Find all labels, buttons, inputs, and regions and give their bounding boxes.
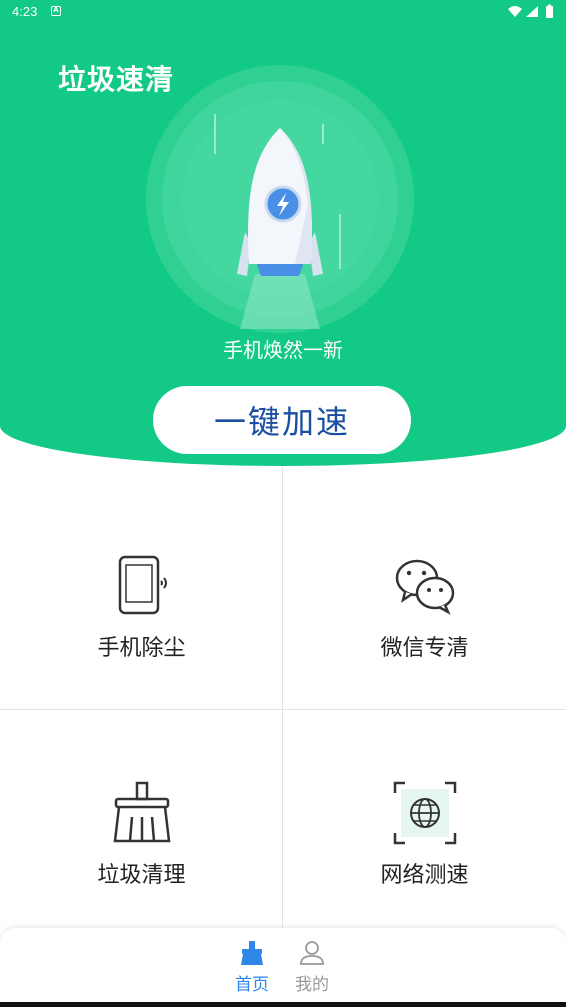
- globe-scan-icon: [393, 781, 457, 845]
- user-icon: [300, 941, 324, 965]
- feature-label: 垃圾清理: [97, 863, 186, 888]
- feature-grid: 手机除尘 微信专清 垃圾清理 网络测速: [0, 466, 566, 928]
- app-screen: 4:23 A 垃圾速清 手机焕然一新 一键加速 手机除尘 微信专清 垃圾清理 网…: [0, 0, 566, 1007]
- notification-icon: A: [51, 6, 61, 16]
- status-icons: [506, 4, 556, 24]
- one-key-boost-button[interactable]: 一键加速: [153, 386, 411, 454]
- slogan-text: 手机焕然一新: [223, 338, 343, 362]
- wifi-icon: [508, 6, 522, 17]
- feature-junk-clean[interactable]: 垃圾清理: [0, 709, 283, 940]
- nav-tab-home[interactable]: 首页: [222, 940, 282, 995]
- broom-icon: [110, 781, 174, 845]
- bottom-navigation: 首页 我的: [0, 928, 566, 1002]
- feature-label: 手机除尘: [97, 636, 186, 661]
- feature-phone-dust[interactable]: 手机除尘: [0, 466, 283, 697]
- system-nav-bar: [0, 1002, 566, 1007]
- nav-label-mine: 我的: [295, 975, 329, 995]
- phone-dust-icon: [110, 554, 174, 618]
- broom-home-icon: [241, 941, 263, 965]
- status-time: 4:23: [12, 4, 38, 19]
- feature-network-speed[interactable]: 网络测速: [283, 709, 566, 940]
- status-bar: 4:23 A: [0, 0, 566, 24]
- feature-label: 微信专清: [380, 636, 469, 661]
- wechat-icon: [393, 554, 457, 618]
- signal-icon: [526, 6, 538, 17]
- feature-label: 网络测速: [380, 863, 469, 888]
- nav-label-home: 首页: [235, 975, 269, 995]
- rocket-illustration: [145, 64, 415, 334]
- battery-icon: [546, 6, 553, 18]
- nav-tab-mine[interactable]: 我的: [282, 940, 342, 995]
- feature-wechat-clean[interactable]: 微信专清: [283, 466, 566, 697]
